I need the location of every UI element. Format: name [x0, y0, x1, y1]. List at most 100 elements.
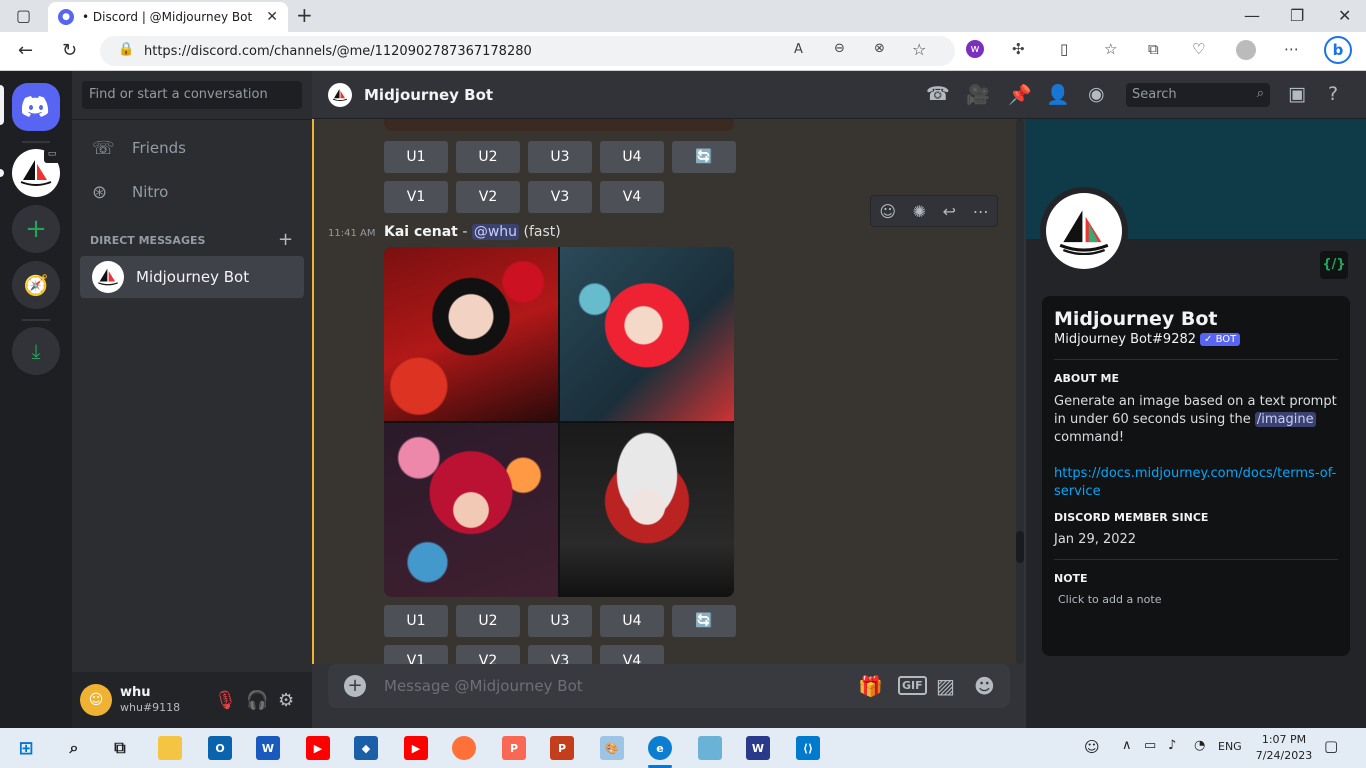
help-icon[interactable]: ?: [1328, 83, 1338, 105]
profile-avatar[interactable]: [1040, 187, 1128, 275]
profile-avatar-icon[interactable]: [1236, 40, 1256, 60]
start-voice-call-icon[interactable]: ☎: [926, 83, 950, 105]
header-search-input[interactable]: Search ⌕: [1126, 83, 1270, 107]
upscale-button-4[interactable]: U4: [600, 605, 664, 637]
app-icon[interactable]: ◆: [354, 736, 378, 760]
restore-icon[interactable]: ❐: [1290, 6, 1304, 25]
add-reaction-icon[interactable]: ☺: [879, 202, 896, 221]
sticker-icon[interactable]: ▨: [936, 674, 955, 698]
upscale-button-3[interactable]: U3: [528, 605, 592, 637]
terms-of-service-link[interactable]: https://docs.midjourney.com/docs/terms-o…: [1054, 465, 1338, 501]
upscale-button-3[interactable]: U3: [528, 141, 592, 173]
create-dm-button[interactable]: +: [278, 229, 293, 250]
variation-button-4[interactable]: V4: [600, 181, 664, 213]
collections-icon[interactable]: ⧉: [1148, 40, 1159, 58]
upscale-button-4[interactable]: U4: [600, 141, 664, 173]
minimize-icon[interactable]: —: [1244, 6, 1260, 25]
more-options-icon[interactable]: ⋯: [973, 202, 989, 221]
message-input[interactable]: + Message @Midjourney Bot 🎁 GIF ▨ ☻: [328, 664, 1010, 708]
paint-icon[interactable]: 🎨: [600, 736, 624, 760]
favorites-icon[interactable]: ☆: [1104, 40, 1117, 58]
image-2[interactable]: [560, 247, 734, 421]
zoom-icon[interactable]: ⊖: [834, 41, 845, 56]
tracking-prevention-icon[interactable]: ⊗: [874, 41, 885, 56]
image-3[interactable]: [384, 423, 558, 597]
app-icon[interactable]: [698, 736, 722, 760]
reply-icon[interactable]: ↩: [943, 202, 956, 221]
gif-button[interactable]: GIF: [898, 676, 927, 695]
variation-button-3[interactable]: V3: [528, 645, 592, 664]
refresh-icon[interactable]: ↻: [62, 40, 77, 61]
read-aloud-icon[interactable]: A: [794, 42, 803, 57]
user-avatar[interactable]: ☺: [80, 684, 112, 716]
image-4[interactable]: [560, 423, 734, 597]
download-apps-icon[interactable]: ⤓: [12, 327, 60, 375]
reroll-button[interactable]: 🔄: [672, 141, 736, 173]
extension-w-icon[interactable]: w: [966, 40, 984, 58]
more-menu-icon[interactable]: ⋯: [1284, 40, 1299, 58]
user-info[interactable]: whu whu#9118: [120, 685, 180, 715]
extensions-puzzle-icon[interactable]: ✣: [1012, 40, 1025, 58]
headphones-icon[interactable]: 🎧: [246, 690, 268, 711]
upload-plus-icon[interactable]: +: [344, 675, 366, 697]
firefox-icon[interactable]: [452, 736, 476, 760]
powerpoint-icon[interactable]: P: [550, 736, 574, 760]
battery-icon[interactable]: ▭: [1144, 738, 1156, 753]
dm-item-midjourney-bot[interactable]: Midjourney Bot: [80, 256, 304, 298]
active-developer-badge[interactable]: {/}: [1320, 251, 1348, 279]
variation-button-1[interactable]: V1: [384, 645, 448, 664]
add-server-button[interactable]: +: [12, 205, 60, 253]
vscode-icon[interactable]: ⟨⟩: [796, 736, 820, 760]
chat-scrollbar-track[interactable]: [1016, 119, 1024, 664]
volume-icon[interactable]: ♪: [1168, 738, 1176, 753]
outlook-icon[interactable]: O: [208, 736, 232, 760]
variation-button-3[interactable]: V3: [528, 181, 592, 213]
user-settings-gear-icon[interactable]: ⚙: [278, 690, 294, 711]
user-mention[interactable]: @whu: [471, 224, 520, 240]
hide-user-profile-icon[interactable]: ◉: [1088, 83, 1105, 105]
explore-compass-icon[interactable]: 🧭: [12, 261, 60, 309]
image-1[interactable]: [384, 247, 558, 421]
message-author[interactable]: Kai cenat: [384, 224, 458, 240]
generated-image-grid[interactable]: [384, 247, 734, 597]
upscale-button-1[interactable]: U1: [384, 141, 448, 173]
search-icon[interactable]: ⌕: [62, 736, 86, 760]
super-reaction-icon[interactable]: ✺: [913, 202, 926, 221]
new-tab-button[interactable]: +: [296, 3, 313, 27]
variation-button-1[interactable]: V1: [384, 181, 448, 213]
browser-tab-discord[interactable]: ● • Discord | @Midjourney Bot ✕: [48, 2, 288, 32]
emoji-icon[interactable]: ☻: [974, 674, 995, 698]
language-indicator[interactable]: ENG: [1218, 740, 1242, 753]
close-tab-icon[interactable]: ✕: [266, 9, 278, 25]
tab-actions-icon[interactable]: ▢: [16, 6, 31, 25]
notifications-icon[interactable]: ▢: [1324, 737, 1338, 755]
inbox-icon[interactable]: ▣: [1288, 83, 1306, 105]
close-window-icon[interactable]: ✕: [1338, 6, 1351, 25]
variation-button-2[interactable]: V2: [456, 181, 520, 213]
upscale-button-2[interactable]: U2: [456, 605, 520, 637]
previous-image-grid[interactable]: [384, 119, 734, 131]
variation-button-2[interactable]: V2: [456, 645, 520, 664]
variation-button-4[interactable]: V4: [600, 645, 664, 664]
performance-icon[interactable]: ♡: [1192, 40, 1205, 58]
back-icon[interactable]: ←: [18, 40, 33, 61]
start-button[interactable]: ⊞: [14, 736, 38, 760]
gift-icon[interactable]: 🎁: [858, 674, 883, 698]
friends-link[interactable]: ☏ Friends: [80, 127, 304, 169]
show-hidden-icons-icon[interactable]: ∧: [1122, 738, 1132, 753]
upscale-button-2[interactable]: U2: [456, 141, 520, 173]
pinned-messages-icon[interactable]: 📌: [1008, 83, 1032, 106]
favorite-star-icon[interactable]: ☆: [912, 40, 926, 59]
add-friends-to-dm-icon[interactable]: 👤: [1046, 83, 1070, 106]
clock[interactable]: 1:07 PM 7/24/2023: [1252, 732, 1316, 764]
people-icon[interactable]: ☺: [1084, 738, 1100, 756]
bing-copilot-icon[interactable]: b: [1324, 36, 1352, 64]
chat-scrollbar-thumb[interactable]: [1016, 531, 1024, 563]
upscale-button-1[interactable]: U1: [384, 605, 448, 637]
app-icon[interactable]: W: [746, 736, 770, 760]
patreon-icon[interactable]: P: [502, 736, 526, 760]
note-input[interactable]: Click to add a note: [1054, 593, 1338, 606]
reroll-button[interactable]: 🔄: [672, 605, 736, 637]
discord-home-button[interactable]: [12, 83, 60, 131]
address-bar[interactable]: 🔒 https://discord.com/channels/@me/11209…: [100, 36, 955, 66]
